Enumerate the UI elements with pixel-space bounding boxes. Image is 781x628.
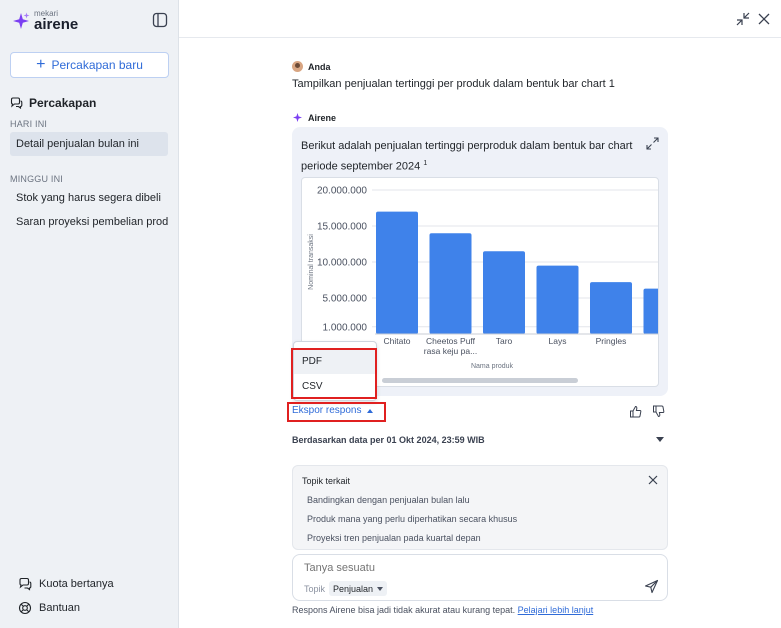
related-topics-title: Topik terkait: [302, 476, 351, 486]
topic-select-value: Penjualan: [333, 583, 374, 594]
learn-more-link[interactable]: Pelajari lebih lanjut: [518, 605, 594, 615]
topic-item-0[interactable]: Bandingkan dengan penjualan bulan lalu: [307, 495, 470, 505]
bot-message-line1: Berikut adalah penjualan tertinggi perpr…: [301, 140, 633, 152]
bot-author: Airene: [292, 112, 336, 123]
collapse-icon[interactable]: [736, 12, 750, 26]
caret-down-icon[interactable]: [656, 437, 664, 442]
x-tick-label: Chitato: [384, 336, 411, 346]
sidebar-item-today-0[interactable]: Detail penjualan bulan ini: [10, 132, 168, 156]
data-note: Berdasarkan data per 01 Okt 2024, 23:59 …: [292, 435, 485, 445]
user-avatar: [292, 61, 303, 72]
topic-item-2[interactable]: Proyeksi tren penjualan pada kuartal dep…: [307, 533, 481, 543]
sidebar: mekari airene + Percakapan baru Percakap…: [0, 0, 179, 628]
topic-select[interactable]: Penjualan: [329, 581, 388, 596]
topic-item-1[interactable]: Produk mana yang perlu diperhatikan seca…: [307, 514, 517, 524]
top-bar: [179, 0, 781, 38]
chart-scrollbar: [382, 378, 578, 383]
close-icon[interactable]: [757, 12, 771, 26]
airene-sparkle-icon: [293, 113, 302, 122]
bot-message: Berikut adalah penjualan tertinggi perpr…: [301, 137, 641, 176]
sparkle-logo-icon: [13, 12, 30, 29]
logo-title: airene: [34, 16, 79, 33]
y-tick-label: 5.000.000: [323, 294, 368, 305]
x-tick-label: Pringles: [596, 336, 627, 346]
y-axis-label: Nominal transaksi: [308, 234, 315, 290]
week-label: MINGGU INI: [10, 174, 63, 184]
conversations-heading: Percakapan: [10, 96, 96, 110]
bar-5: [643, 288, 658, 334]
y-tick-label: 10.000.000: [317, 258, 367, 269]
y-tick-label: 1.000.000: [323, 322, 368, 333]
x-tick-label: Taro: [496, 336, 513, 346]
related-topics: Topik terkait Bandingkan dengan penjuala…: [292, 465, 668, 550]
user-author: Anda: [292, 61, 331, 72]
disclaimer: Respons Airene bisa jadi tidak akurat at…: [292, 605, 593, 615]
main-panel: Anda Tampilkan penjualan tertinggi per p…: [179, 0, 781, 628]
bar-2: [483, 251, 525, 334]
bar-4: [590, 282, 632, 334]
x-tick-label: rasa keju pa...: [424, 346, 477, 356]
sidebar-item-week-0[interactable]: Stok yang harus segera dibeli: [10, 186, 168, 210]
send-icon[interactable]: [644, 579, 659, 594]
expand-icon[interactable]: [646, 137, 659, 150]
bar-3: [536, 265, 579, 334]
user-name: Anda: [308, 61, 331, 72]
quota-chat-icon: [19, 577, 32, 591]
chevron-down-icon: [377, 587, 384, 591]
plus-icon: +: [36, 56, 46, 73]
x-tick-label: Lays: [549, 336, 567, 346]
close-topics-icon[interactable]: [648, 475, 658, 485]
y-tick-label: 20.000.000: [317, 186, 367, 197]
sidebar-item-week-1[interactable]: Saran proyeksi pembelian prod...: [10, 210, 168, 234]
logo[interactable]: mekari airene: [12, 10, 78, 32]
bot-name: Airene: [308, 112, 337, 123]
x-axis-label: Nama produk: [471, 363, 514, 370]
chat-input[interactable]: [304, 562, 624, 574]
today-label: HARI INI: [10, 119, 48, 129]
quota-button[interactable]: Kuota bertanya: [18, 577, 114, 591]
thumbs-up-icon[interactable]: [629, 405, 642, 418]
bar-0: [376, 211, 418, 334]
quota-label: Kuota bertanya: [39, 578, 114, 590]
thumbs-down-icon[interactable]: [652, 405, 665, 418]
user-message: Tampilkan penjualan tertinggi per produk…: [292, 78, 615, 90]
chat-bubble-icon: [10, 97, 23, 109]
help-label: Bantuan: [39, 602, 80, 614]
highlight-export-button: [287, 402, 386, 422]
bot-message-line2: periode september 2024: [301, 160, 421, 173]
help-button[interactable]: Bantuan: [18, 601, 80, 615]
highlight-export-options: [291, 348, 377, 399]
topic-label: Topik: [304, 584, 326, 594]
citation-marker[interactable]: 1: [423, 160, 427, 167]
chat-input-box: Topik Penjualan: [292, 554, 668, 601]
sidebar-toggle-icon[interactable]: [152, 12, 168, 28]
new-chat-label: Percakapan baru: [51, 58, 143, 72]
x-tick-label: Cheetos Puff: [426, 336, 476, 346]
conversations-title: Percakapan: [29, 96, 97, 110]
y-tick-label: 15.000.000: [317, 222, 367, 233]
lifebuoy-icon: [18, 601, 32, 615]
new-chat-button[interactable]: + Percakapan baru: [10, 52, 169, 78]
bar-1: [429, 233, 472, 334]
disclaimer-text: Respons Airene bisa jadi tidak akurat at…: [292, 605, 516, 615]
